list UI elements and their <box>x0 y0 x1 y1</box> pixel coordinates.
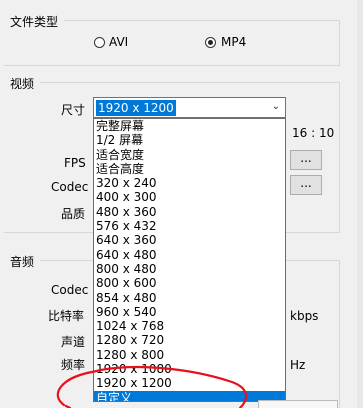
size-combobox[interactable]: 1920 x 1200 ⌄ <box>93 97 286 118</box>
audio-group-title: 音频 <box>10 255 35 269</box>
size-option[interactable]: 适合高度 <box>94 162 285 176</box>
radio-avi-label[interactable]: AVI <box>109 35 128 49</box>
size-option[interactable]: 960 x 540 <box>94 305 285 319</box>
audio-group-border-right <box>339 260 340 408</box>
aspect-ratio-label: 16 : 10 <box>292 126 335 140</box>
size-option[interactable]: 854 x 480 <box>94 291 285 305</box>
size-option[interactable]: 1/2 屏幕 <box>94 133 285 147</box>
size-option[interactable]: 320 x 240 <box>94 176 285 190</box>
video-group-border-right <box>339 82 340 232</box>
size-option[interactable]: 适合宽度 <box>94 148 285 162</box>
channel-label: 声道 <box>61 335 86 349</box>
size-option[interactable]: 640 x 360 <box>94 233 285 247</box>
size-option[interactable]: 400 x 300 <box>94 190 285 204</box>
video-codec-browse-button[interactable]: ... <box>290 175 322 195</box>
radio-avi[interactable] <box>94 37 105 48</box>
size-option[interactable]: 1280 x 800 <box>94 348 285 362</box>
size-option[interactable]: 1024 x 768 <box>94 319 285 333</box>
radio-mp4[interactable] <box>205 37 216 48</box>
video-group-border <box>40 82 340 83</box>
file-type-group-title: 文件类型 <box>10 15 59 29</box>
size-option[interactable]: 800 x 600 <box>94 276 285 290</box>
bottom-tab-edge <box>258 400 338 408</box>
window-edge <box>357 0 363 408</box>
radio-mp4-label[interactable]: MP4 <box>221 35 246 49</box>
frequency-unit: Hz <box>290 358 306 372</box>
chevron-down-icon[interactable]: ⌄ <box>272 101 280 112</box>
size-option[interactable]: 576 x 432 <box>94 219 285 233</box>
file-type-group-border-bottom <box>4 65 340 66</box>
size-label: 尺寸 <box>61 103 86 117</box>
file-type-group-border <box>64 20 339 21</box>
video-codec-label: Codec <box>51 180 89 194</box>
fps-browse-button[interactable]: ... <box>290 150 322 170</box>
quality-label: 品质 <box>61 207 86 221</box>
size-dropdown-list[interactable]: 完整屏幕 1/2 屏幕 适合宽度 适合高度 320 x 240 400 x 30… <box>93 118 286 402</box>
video-group-title: 视频 <box>10 77 35 91</box>
size-option[interactable]: 1920 x 1080 <box>94 362 285 376</box>
size-option[interactable]: 完整屏幕 <box>94 119 285 133</box>
fps-label: FPS <box>64 156 86 170</box>
size-option[interactable]: 1280 x 720 <box>94 333 285 347</box>
size-option[interactable]: 480 x 360 <box>94 205 285 219</box>
frequency-label: 频率 <box>61 358 86 372</box>
size-option-custom[interactable]: 自定义 <box>94 390 285 401</box>
bitrate-unit: kbps <box>290 309 319 323</box>
file-type-group-border-right <box>339 20 340 65</box>
size-option[interactable]: 1920 x 1200 <box>94 376 285 390</box>
size-combobox-value: 1920 x 1200 <box>96 99 176 116</box>
size-option[interactable]: 640 x 480 <box>94 248 285 262</box>
bitrate-label: 比特率 <box>48 309 85 323</box>
size-option[interactable]: 800 x 480 <box>94 262 285 276</box>
audio-codec-label: Codec <box>51 283 89 297</box>
